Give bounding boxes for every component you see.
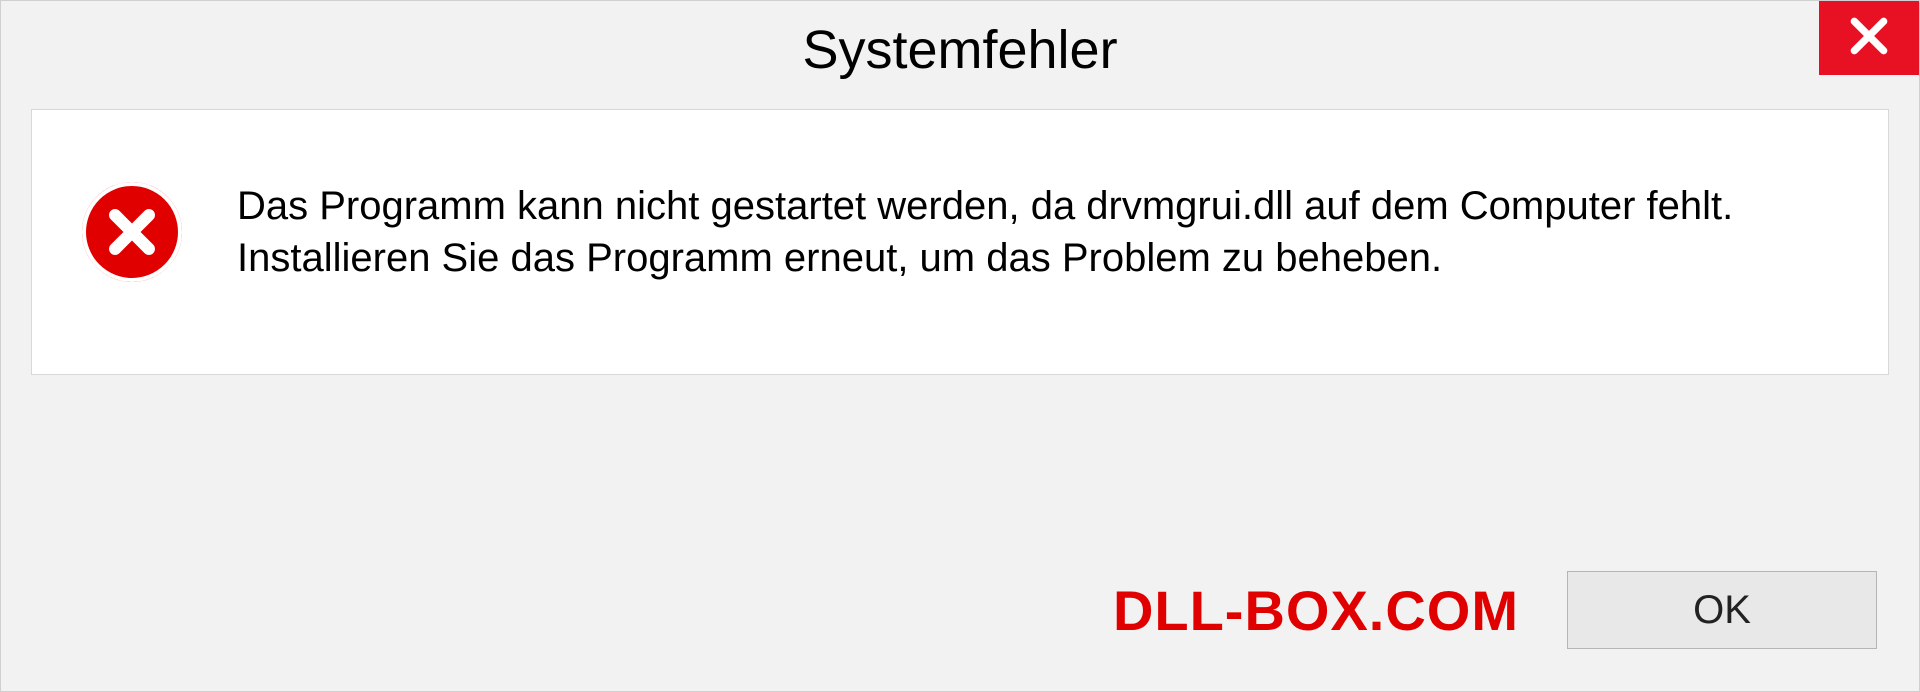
dialog-content: Das Programm kann nicht gestartet werden…	[31, 109, 1889, 375]
ok-button[interactable]: OK	[1567, 571, 1877, 649]
error-message: Das Programm kann nicht gestartet werden…	[237, 180, 1838, 284]
ok-button-label: OK	[1693, 588, 1751, 633]
titlebar: Systemfehler	[1, 1, 1919, 91]
watermark-text: DLL-BOX.COM	[1113, 578, 1519, 643]
dialog-title: Systemfehler	[802, 19, 1117, 81]
close-icon	[1847, 14, 1891, 63]
error-icon	[82, 182, 182, 282]
error-dialog: Systemfehler Das Programm kann nicht ges…	[0, 0, 1920, 692]
dialog-footer: DLL-BOX.COM OK	[1, 541, 1919, 691]
close-button[interactable]	[1819, 1, 1919, 75]
